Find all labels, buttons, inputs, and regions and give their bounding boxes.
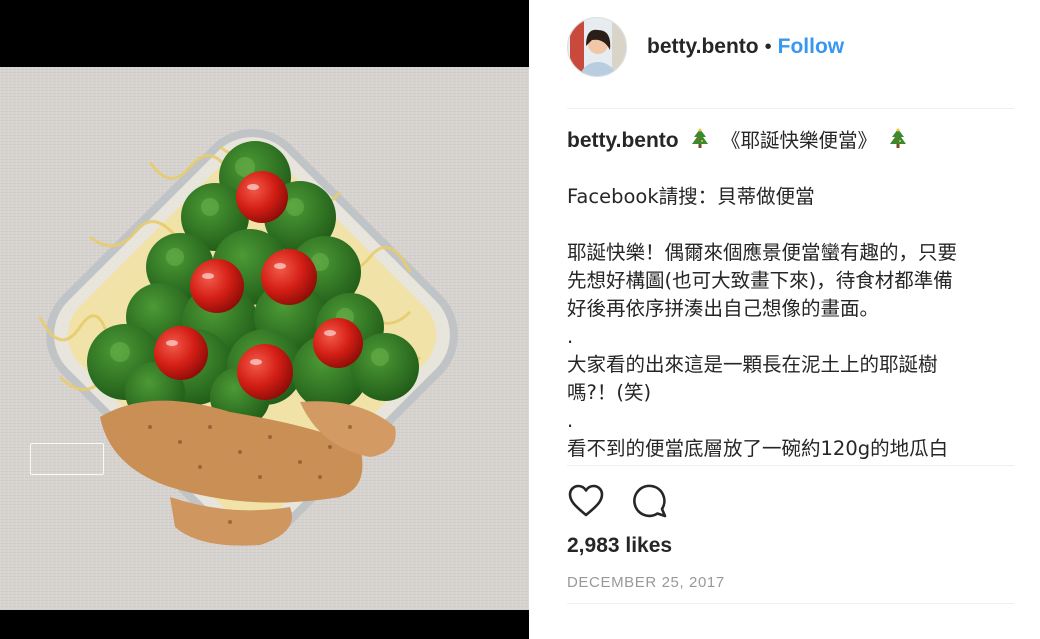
comment-icon[interactable]	[631, 482, 669, 520]
caption: betty.bento 《耶誕快樂便當》 Facebook請搜：貝蒂做便當 耶誕…	[567, 127, 1022, 465]
caption-title: 《耶誕快樂便當》	[721, 129, 878, 152]
watermark-logo	[30, 443, 104, 475]
post-photo[interactable]	[0, 67, 529, 610]
caption-line: .	[567, 409, 574, 432]
christmas-tree-icon	[890, 128, 907, 148]
caption-title-line: betty.bento 《耶誕快樂便當》	[567, 127, 1022, 155]
separator-dot: •	[764, 35, 772, 58]
post-username[interactable]: betty.bento	[647, 35, 759, 59]
caption-line: 大家看的出來這是一顆長在泥土上的耶誕樹	[567, 353, 938, 376]
caption-line: 嗎?！(笑)	[567, 381, 652, 404]
post-actions	[567, 482, 669, 520]
divider	[567, 603, 1014, 604]
divider	[567, 108, 1014, 109]
caption-line: .	[567, 325, 574, 348]
avatar-image	[568, 18, 626, 76]
post-header: betty.bento • Follow	[567, 16, 844, 78]
avatar[interactable]	[567, 17, 627, 77]
caption-line: Facebook請搜：貝蒂做便當	[567, 185, 815, 208]
heart-icon[interactable]	[567, 482, 605, 520]
christmas-tree-icon	[691, 128, 708, 148]
caption-line: 好後再依序拼湊出自己想像的畫面。	[567, 297, 880, 320]
bento-illustration	[38, 129, 458, 546]
likes-count[interactable]: 2,983 likes	[567, 534, 672, 558]
caption-username[interactable]: betty.bento	[567, 129, 679, 152]
caption-line: 先想好構圖(也可大致畫下來)，待食材都準備	[567, 269, 953, 292]
post-detail-panel: betty.bento • Follow betty.bento 《耶誕快樂便當…	[529, 0, 1040, 639]
caption-line: 看不到的便當底層放了一碗約120g的地瓜白	[567, 437, 949, 460]
divider	[567, 465, 1014, 466]
caption-line: 耶誕快樂！偶爾來個應景便當蠻有趣的，只要	[567, 241, 958, 264]
follow-button[interactable]: Follow	[778, 35, 845, 59]
post-date: DECEMBER 25, 2017	[567, 574, 725, 591]
post-image-pane	[0, 0, 529, 639]
